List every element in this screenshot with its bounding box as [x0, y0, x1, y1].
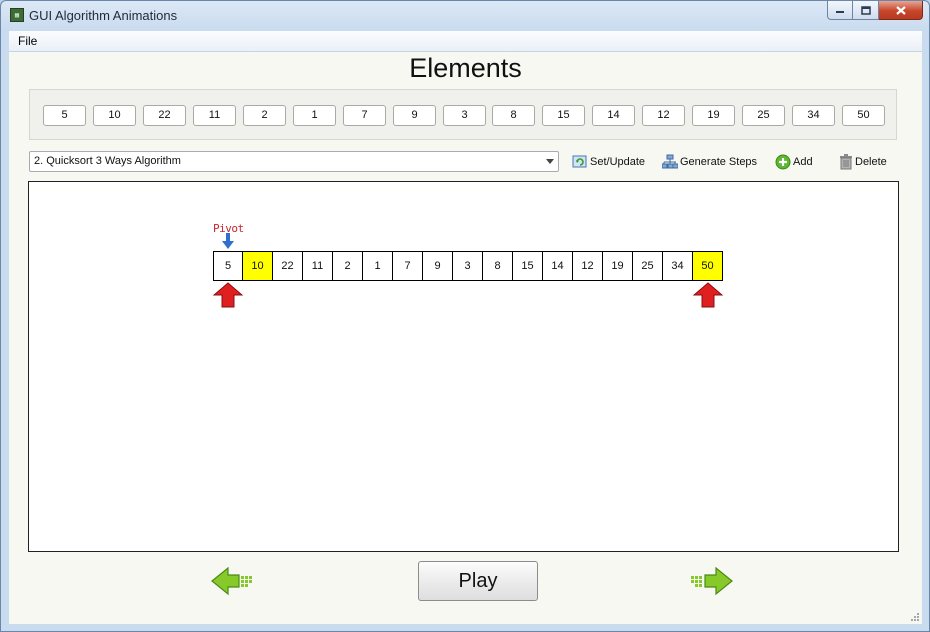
right-arrow-icon[interactable] [687, 565, 735, 597]
generate-steps-button[interactable]: Generate Steps [662, 153, 757, 171]
generate-steps-icon [662, 154, 678, 169]
delete-label: Delete [855, 156, 887, 168]
array-cell: 10 [243, 251, 273, 281]
add-icon [775, 154, 791, 170]
element-input[interactable]: 3 [443, 105, 486, 126]
algorithm-select[interactable]: 2. Quicksort 3 Ways Algorithm [29, 151, 559, 172]
array-row: 5 10 22 11 2 1 7 9 3 8 15 14 12 19 25 34 50 [213, 251, 723, 281]
array-cell: 3 [453, 251, 483, 281]
generate-steps-label: Generate Steps [680, 156, 758, 168]
pivot-marker-icon [222, 233, 234, 249]
element-input[interactable]: 11 [193, 105, 236, 126]
element-input[interactable]: 7 [343, 105, 386, 126]
array-cell: 5 [213, 251, 243, 281]
element-input[interactable]: 22 [143, 105, 186, 126]
array-cell: 34 [663, 251, 693, 281]
app-icon: ▦ [10, 8, 24, 22]
left-arrow-icon[interactable] [209, 565, 257, 597]
array-cell: 11 [303, 251, 333, 281]
main-panel: Elements 5 10 22 11 2 1 7 9 3 8 15 14 12… [9, 52, 922, 624]
menu-bar: File [9, 31, 922, 52]
maximize-button[interactable] [853, 1, 879, 20]
elements-panel: 5 10 22 11 2 1 7 9 3 8 15 14 12 19 25 34… [29, 89, 897, 140]
title-bar: ▦ GUI Algorithm Animations [1, 1, 929, 31]
array-cell: 9 [423, 251, 453, 281]
array-cell: 22 [273, 251, 303, 281]
maximize-icon [860, 5, 871, 15]
array-cell: 7 [393, 251, 423, 281]
element-input[interactable]: 12 [642, 105, 685, 126]
app-window: ▦ GUI Algorithm Animations File Elements… [0, 0, 930, 632]
array-cell: 8 [483, 251, 513, 281]
element-input[interactable]: 8 [492, 105, 535, 126]
minimize-button[interactable] [827, 1, 853, 20]
array-cell: 15 [513, 251, 543, 281]
element-input[interactable]: 15 [542, 105, 585, 126]
array-cell: 1 [363, 251, 393, 281]
element-input[interactable]: 2 [243, 105, 286, 126]
set-update-label: Set/Update [590, 156, 646, 168]
element-input[interactable]: 50 [842, 105, 885, 126]
element-input[interactable]: 9 [393, 105, 436, 126]
add-button[interactable]: Add [775, 153, 813, 171]
element-input[interactable]: 19 [692, 105, 735, 126]
algorithm-select-value: 2. Quicksort 3 Ways Algorithm [34, 155, 181, 167]
add-label: Add [793, 156, 813, 168]
elements-heading: Elements [409, 53, 522, 83]
trash-icon [840, 154, 852, 170]
element-input[interactable]: 25 [742, 105, 785, 126]
menu-file[interactable]: File [18, 34, 37, 48]
array-cell: 12 [573, 251, 603, 281]
window-title: GUI Algorithm Animations [29, 8, 178, 23]
element-input[interactable]: 1 [293, 105, 336, 126]
delete-button[interactable]: Delete [839, 153, 887, 171]
array-cell: 25 [633, 251, 663, 281]
play-button[interactable]: Play [418, 561, 538, 601]
set-update-icon [572, 155, 587, 168]
array-cell: 14 [543, 251, 573, 281]
window-controls [827, 1, 923, 21]
dropdown-arrow-icon[interactable] [546, 159, 554, 164]
array-cell: 19 [603, 251, 633, 281]
array-cell: 50 [693, 251, 723, 281]
left-pointer-arrow-icon [213, 282, 243, 308]
right-pointer-arrow-icon [693, 282, 723, 308]
resize-grip-icon[interactable] [910, 612, 920, 622]
close-button[interactable] [879, 1, 923, 20]
element-input[interactable]: 10 [93, 105, 136, 126]
element-input[interactable]: 14 [592, 105, 635, 126]
array-cell: 2 [333, 251, 363, 281]
close-icon [895, 5, 906, 15]
animation-canvas: Pivot 5 10 22 11 2 1 7 9 3 8 15 14 12 19 25 34 50 [28, 181, 899, 552]
element-input[interactable]: 34 [792, 105, 835, 126]
minimize-icon [836, 11, 844, 13]
set-update-button[interactable]: Set/Update [572, 153, 645, 171]
element-input[interactable]: 5 [43, 105, 86, 126]
